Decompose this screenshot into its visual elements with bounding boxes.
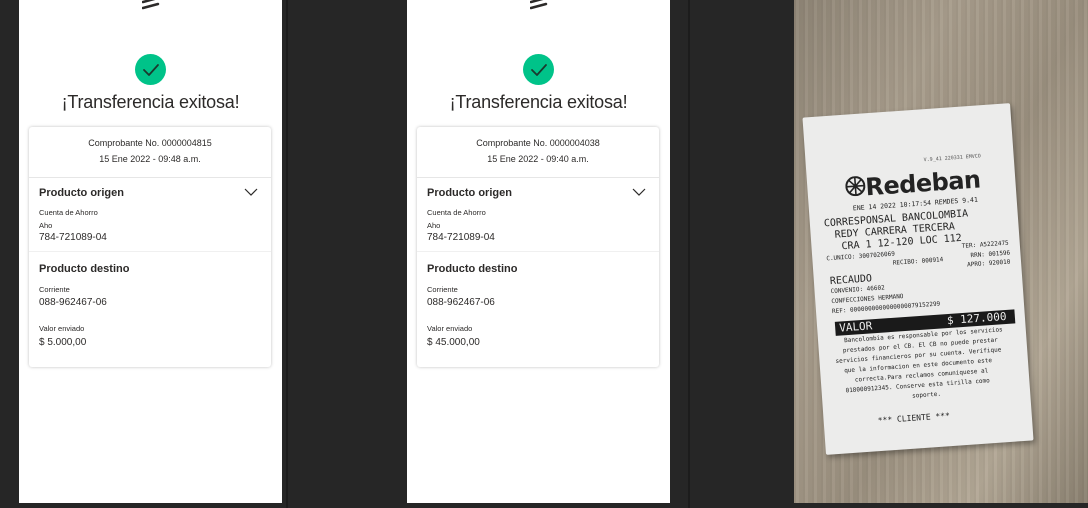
receipt-disclaimer-line: soporte. [911,390,942,400]
origin-account-sub: Aho [39,221,53,230]
transfer-details-card: Comprobante No. 0000004815 15 Ene 2022 -… [29,127,271,367]
receipt-recibo: RECIBO: 000914 [892,256,944,267]
destination-title: Producto destino [39,263,130,275]
receipt-photo: V.9_41 220331 EMVCO Redeban ENE 14 2022 … [794,0,1088,503]
amount-label: Valor enviado [427,324,473,333]
redeban-logo-icon [845,176,866,197]
success-title: ¡Transferencia exitosa! [449,92,628,112]
receipt-footer: *** CLIENTE *** [877,411,951,426]
destination-title: Producto destino [427,263,518,275]
transfer-screen-1: ¡Transferencia exitosa! Comprobante No. … [19,0,282,503]
transfer-screen-2: ¡Transferencia exitosa! Comprobante No. … [407,0,670,503]
voucher-header: Comprobante No. 0000004038 15 Ene 2022 -… [417,127,659,178]
success-check-icon [135,54,166,85]
chevron-down-icon[interactable] [244,188,258,197]
bank-logo-icon [142,0,160,10]
origin-account-type: Cuenta de Ahorro [39,208,98,217]
voucher-number: Comprobante No. 0000004815 [88,138,212,148]
receipt-paper: V.9_41 220331 EMVCO Redeban ENE 14 2022 … [802,103,1034,455]
voucher-header: Comprobante No. 0000004815 15 Ene 2022 -… [29,127,271,178]
amount-value: $ 5.000,00 [39,337,87,348]
receipt-valor-amount: $ 127.000 [946,309,1007,328]
panel-divider [286,0,288,508]
amount-value: $ 45.000,00 [427,337,480,348]
destination-account-number: 088-962467-06 [39,297,107,308]
receipt-valor-label: VALOR [838,319,873,335]
receipt-code: C.UNICO: 3007026069 [826,250,896,263]
success-title: ¡Transferencia exitosa! [61,92,240,112]
origin-account-number: 784-721089-04 [427,232,495,243]
receipt-apro: APRO: 920010 [966,258,1011,269]
origin-title[interactable]: Producto origen [427,187,512,199]
voucher-date: 15 Ene 2022 - 09:40 a.m. [487,154,589,164]
origin-account-sub: Aho [427,221,441,230]
voucher-date: 15 Ene 2022 - 09:48 a.m. [99,154,201,164]
receipt-rrn: RRN: 001596 [970,249,1011,260]
destination-account-number: 088-962467-06 [427,297,495,308]
bank-logo-icon [530,0,548,10]
amount-label: Valor enviado [39,324,85,333]
panel-divider [688,0,690,508]
section-divider [417,251,659,252]
receipt-ter: TER: A5222475 [961,239,1009,250]
origin-title[interactable]: Producto origen [39,187,124,199]
origin-account-type: Cuenta de Ahorro [427,208,486,217]
transfer-details-card: Comprobante No. 0000004038 15 Ene 2022 -… [417,127,659,367]
receipt-version: V.9_41 220331 EMVCO [923,153,982,164]
section-divider [29,251,271,252]
origin-account-number: 784-721089-04 [39,232,107,243]
success-check-icon [523,54,554,85]
destination-account-type: Corriente [39,285,70,294]
destination-account-type: Corriente [427,285,458,294]
chevron-down-icon[interactable] [632,188,646,197]
voucher-number: Comprobante No. 0000004038 [476,138,600,148]
